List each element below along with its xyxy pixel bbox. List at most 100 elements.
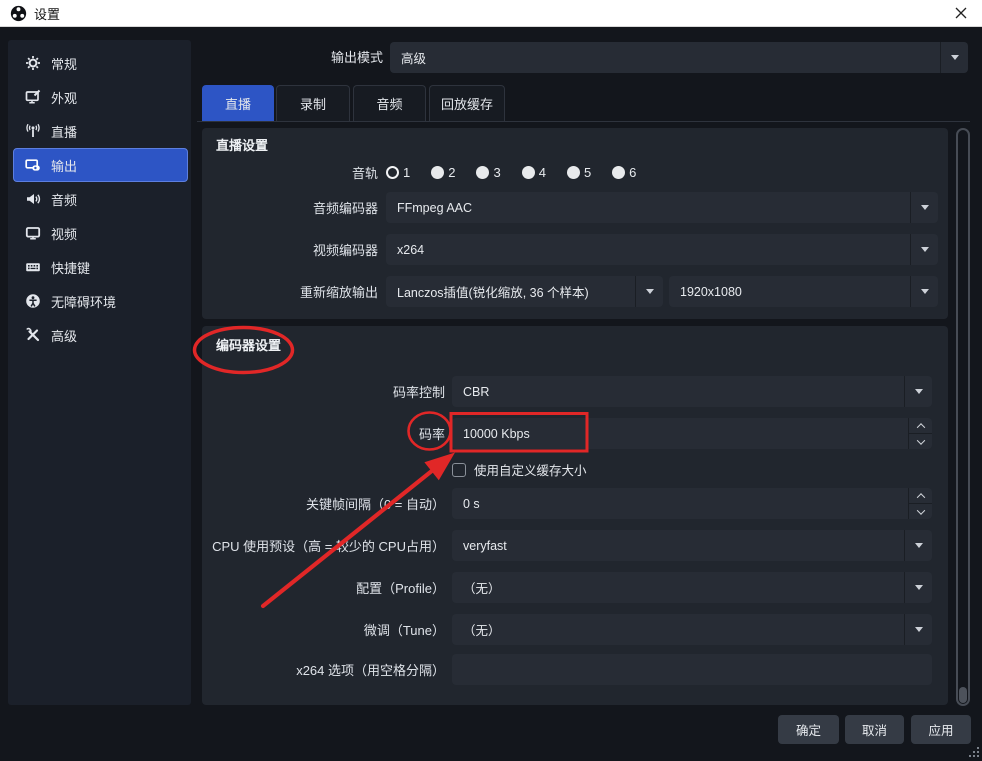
sidebar-item-appearance[interactable]: 外观 <box>13 80 188 114</box>
chevron-down-icon[interactable] <box>635 276 663 307</box>
sidebar-item-output[interactable]: 输出 <box>13 148 188 182</box>
video-encoder-label: 视频编码器 <box>202 240 378 259</box>
cancel-button[interactable]: 取消 <box>845 715 904 744</box>
keyboard-icon <box>24 259 41 276</box>
radio-track-2[interactable]: 2 <box>431 165 455 180</box>
sidebar-item-accessibility[interactable]: 无障碍环境 <box>13 284 188 318</box>
radio-icon <box>431 166 444 179</box>
close-icon[interactable] <box>948 1 974 25</box>
radio-icon <box>612 166 625 179</box>
cpu-preset-label: CPU 使用预设（高 = 较少的 CPU占用） <box>202 536 445 555</box>
audio-encoder-value: FFmpeg AAC <box>386 192 910 223</box>
chevron-down-icon[interactable] <box>904 572 932 603</box>
rate-control-value: CBR <box>452 376 904 407</box>
rescale-output-label: 重新缩放输出 <box>202 282 378 301</box>
audio-track-row: 音轨 1 2 3 4 <box>202 157 938 188</box>
sidebar-item-advanced[interactable]: 高级 <box>13 318 188 352</box>
sidebar-item-audio[interactable]: 音频 <box>13 182 188 216</box>
radio-icon <box>567 166 580 179</box>
spin-down-button[interactable] <box>909 503 932 519</box>
output-mode-label: 输出模式 <box>200 42 383 73</box>
obs-logo-icon <box>10 5 27 22</box>
sidebar-item-video[interactable]: 视频 <box>13 216 188 250</box>
profile-label: 配置（Profile） <box>202 578 445 597</box>
profile-row: 配置（Profile） （无） <box>202 572 932 603</box>
vertical-scrollbar[interactable] <box>956 128 970 706</box>
output-mode-dropdown[interactable]: 高级 <box>390 42 968 73</box>
broadcast-antenna-icon <box>24 123 41 140</box>
tab-label: 音频 <box>376 94 402 113</box>
chevron-down-icon <box>916 436 924 444</box>
bitrate-row: 码率 <box>202 418 932 449</box>
sidebar-item-label: 常规 <box>51 54 77 73</box>
chevron-up-icon <box>916 423 924 431</box>
audio-track-label: 音轨 <box>202 163 378 182</box>
chevron-down-icon[interactable] <box>940 42 968 73</box>
sidebar-item-label: 直播 <box>51 122 77 141</box>
window-title: 设置 <box>34 4 60 23</box>
audio-encoder-dropdown[interactable]: FFmpeg AAC <box>386 192 938 223</box>
rate-control-row: 码率控制 CBR <box>202 376 932 407</box>
rate-control-dropdown[interactable]: CBR <box>452 376 932 407</box>
tune-dropdown[interactable]: （无） <box>452 614 932 645</box>
keyframe-input[interactable] <box>452 488 908 519</box>
tune-row: 微调（Tune） （无） <box>202 614 932 645</box>
chevron-down-icon[interactable] <box>904 530 932 561</box>
radio-track-4[interactable]: 4 <box>522 165 546 180</box>
keyframe-interval-label: 关键帧间隔（0 = 自动） <box>202 494 445 513</box>
spin-up-button[interactable] <box>909 418 932 433</box>
radio-track-1[interactable]: 1 <box>386 165 410 180</box>
chevron-down-icon[interactable] <box>904 614 932 645</box>
radio-label: 6 <box>629 165 636 180</box>
tab-label: 录制 <box>300 94 326 113</box>
radio-label: 1 <box>403 165 410 180</box>
encoder-settings-panel: 编码器设置 码率控制 CBR 码率 使用自定义缓存大小 关键帧间隔（0 <box>202 326 948 705</box>
radio-track-6[interactable]: 6 <box>612 165 636 180</box>
radio-track-3[interactable]: 3 <box>476 165 500 180</box>
x264-options-label: x264 选项（用空格分隔） <box>202 660 445 679</box>
chevron-down-icon[interactable] <box>904 376 932 407</box>
tab-replay-buffer[interactable]: 回放缓存 <box>429 85 505 121</box>
custom-buffer-row: 使用自定义缓存大小 <box>452 460 587 479</box>
scrollbar-handle[interactable] <box>959 687 967 703</box>
audio-encoder-row: 音频编码器 FFmpeg AAC <box>202 192 938 223</box>
settings-sidebar: 常规 外观 直播 <box>8 40 191 705</box>
tab-label: 直播 <box>225 94 251 113</box>
cpu-preset-row: CPU 使用预设（高 = 较少的 CPU占用） veryfast <box>202 530 932 561</box>
apply-button[interactable]: 应用 <box>911 715 971 744</box>
display-icon <box>24 225 41 242</box>
video-encoder-dropdown[interactable]: x264 <box>386 234 938 265</box>
tune-label: 微调（Tune） <box>202 620 445 639</box>
tab-audio[interactable]: 音频 <box>353 85 426 121</box>
gear-icon <box>24 55 41 72</box>
bitrate-spinbox <box>452 418 932 449</box>
radio-icon <box>476 166 489 179</box>
spin-up-button[interactable] <box>909 488 932 503</box>
appearance-icon <box>24 89 41 106</box>
sidebar-item-stream[interactable]: 直播 <box>13 114 188 148</box>
audio-track-radio-group: 1 2 3 4 5 <box>386 165 636 180</box>
tools-icon <box>24 327 41 344</box>
profile-dropdown[interactable]: （无） <box>452 572 932 603</box>
sidebar-item-general[interactable]: 常规 <box>13 46 188 80</box>
chevron-down-icon[interactable] <box>910 234 938 265</box>
sidebar-item-label: 视频 <box>51 224 77 243</box>
spin-down-button[interactable] <box>909 433 932 449</box>
cpu-preset-dropdown[interactable]: veryfast <box>452 530 932 561</box>
radio-track-5[interactable]: 5 <box>567 165 591 180</box>
rescale-resolution-dropdown[interactable]: 1920x1080 <box>669 276 938 307</box>
chevron-down-icon[interactable] <box>910 276 938 307</box>
ok-button[interactable]: 确定 <box>778 715 839 744</box>
sidebar-item-hotkeys[interactable]: 快捷键 <box>13 250 188 284</box>
video-encoder-value: x264 <box>386 234 910 265</box>
chevron-down-icon[interactable] <box>910 192 938 223</box>
bitrate-input[interactable] <box>452 418 908 449</box>
rescale-filter-dropdown[interactable]: Lanczos插值(锐化缩放, 36 个样本) <box>386 276 663 307</box>
radio-label: 3 <box>493 165 500 180</box>
x264-options-input[interactable] <box>452 663 932 677</box>
custom-buffer-label: 使用自定义缓存大小 <box>474 460 587 479</box>
tab-recording[interactable]: 录制 <box>276 85 350 121</box>
tab-streaming[interactable]: 直播 <box>202 85 274 121</box>
custom-buffer-checkbox[interactable] <box>452 463 466 477</box>
rate-control-label: 码率控制 <box>202 382 445 401</box>
